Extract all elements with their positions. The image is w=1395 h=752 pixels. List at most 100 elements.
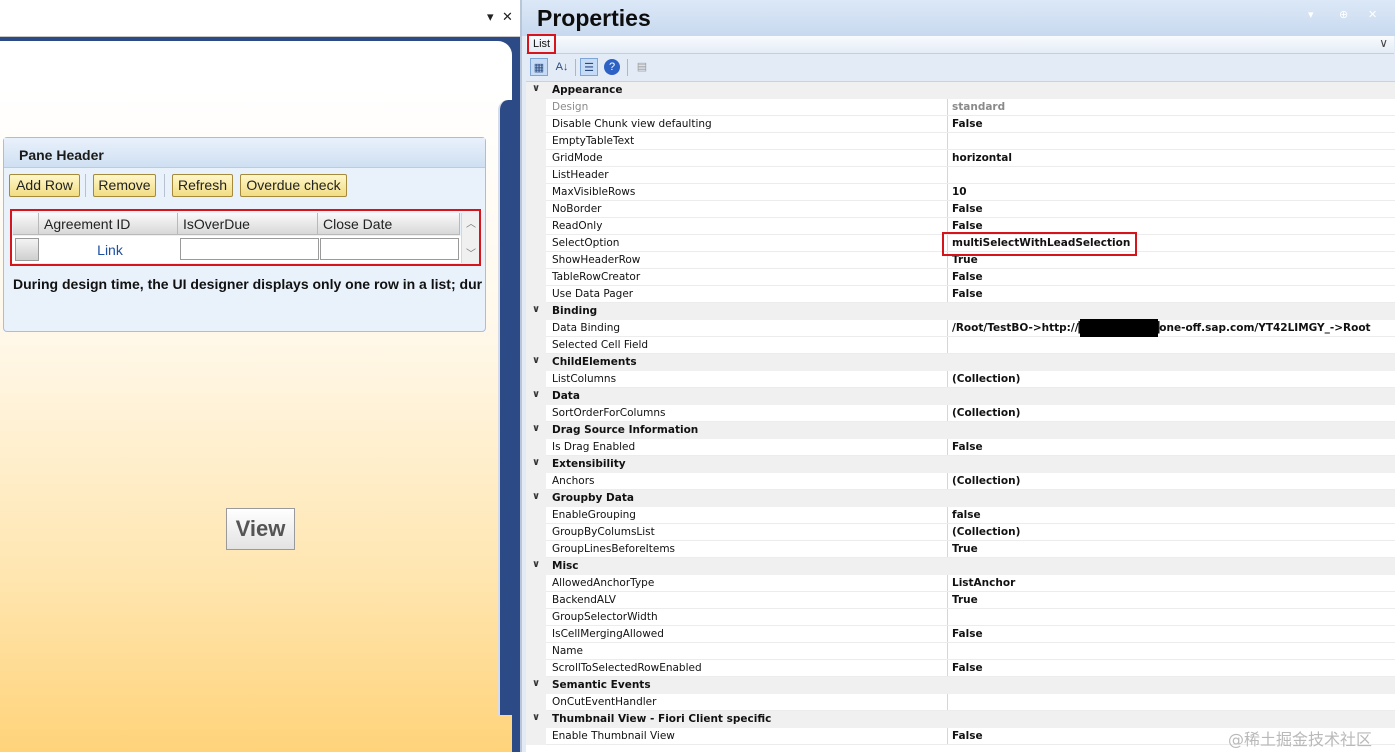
column-divider[interactable] — [947, 541, 948, 558]
categorized-icon[interactable]: ▦ — [530, 58, 548, 76]
property-value[interactable]: False — [952, 118, 983, 130]
property-value[interactable]: False — [952, 662, 983, 674]
category-data[interactable]: ∨ Data — [526, 388, 1395, 405]
collapse-chevron-icon[interactable]: ∨ — [532, 491, 546, 502]
category-binding[interactable]: ∨ Binding — [526, 303, 1395, 320]
column-divider[interactable] — [947, 286, 948, 303]
column-divider[interactable] — [947, 728, 948, 745]
property-row-disable-chunk-view-defaulting[interactable]: Disable Chunk view defaulting False — [526, 116, 1395, 133]
category-appearance[interactable]: ∨ Appearance — [526, 82, 1395, 99]
property-value[interactable]: True — [952, 594, 978, 606]
list-control[interactable]: Agreement ID IsOverDue Close Date Link ︿… — [10, 209, 481, 266]
property-value[interactable]: (Collection) — [952, 373, 1020, 385]
property-row-selected-cell-field[interactable]: Selected Cell Field — [526, 337, 1395, 354]
property-row-name[interactable]: Name — [526, 643, 1395, 660]
help-icon[interactable]: ? — [604, 59, 620, 75]
window-dropdown-icon[interactable]: ▾ — [487, 9, 494, 25]
alphabetical-icon[interactable]: A↓ — [553, 58, 571, 76]
property-row-maxvisiblerows[interactable]: MaxVisibleRows 10 — [526, 184, 1395, 201]
property-value[interactable]: (Collection) — [952, 526, 1020, 538]
chevron-down-icon[interactable]: ∨ — [1379, 36, 1388, 50]
property-row-scrolltoselectedrowenabled[interactable]: ScrollToSelectedRowEnabled False — [526, 660, 1395, 677]
property-row-iscellmergingallowed[interactable]: IsCellMergingAllowed False — [526, 626, 1395, 643]
properties-icon[interactable]: ☰ — [580, 58, 598, 76]
property-row-data-binding[interactable]: Data Binding/Root/TestBO->http://███████… — [526, 320, 1395, 337]
collapse-chevron-icon[interactable]: ∨ — [532, 355, 546, 366]
close-icon[interactable]: ✕ — [1368, 8, 1377, 21]
column-divider[interactable] — [947, 269, 948, 286]
collapse-chevron-icon[interactable]: ∨ — [532, 83, 546, 94]
overdue-check-button[interactable]: Overdue check — [240, 174, 347, 197]
property-value[interactable]: False — [952, 628, 983, 640]
property-value[interactable]: /Root/TestBO->http://██████████one-off.s… — [952, 322, 1371, 334]
collapse-chevron-icon[interactable]: ∨ — [532, 457, 546, 468]
close-date-input[interactable] — [320, 238, 459, 260]
column-divider[interactable] — [947, 405, 948, 422]
row-selector[interactable] — [15, 238, 39, 261]
category-groupby-data[interactable]: ∨ Groupby Data — [526, 490, 1395, 507]
property-row-sortorderforcolumns[interactable]: SortOrderForColumns (Collection) — [526, 405, 1395, 422]
collapse-chevron-icon[interactable]: ∨ — [532, 304, 546, 315]
column-divider[interactable] — [947, 320, 948, 337]
column-divider[interactable] — [947, 609, 948, 626]
collapse-chevron-icon[interactable]: ∨ — [532, 423, 546, 434]
column-divider[interactable] — [947, 660, 948, 677]
collapse-chevron-icon[interactable]: ∨ — [532, 712, 546, 723]
close-icon[interactable]: ✕ — [502, 9, 513, 25]
column-divider[interactable] — [947, 167, 948, 184]
property-row-backendalv[interactable]: BackendALV True — [526, 592, 1395, 609]
object-selector[interactable]: List ∨ — [526, 34, 1394, 54]
property-row-emptytabletext[interactable]: EmptyTableText — [526, 133, 1395, 150]
add-row-button[interactable]: Add Row — [9, 174, 80, 197]
column-divider[interactable] — [947, 99, 948, 116]
property-grid[interactable]: ∨ Appearance Design standard Disable Chunk v… — [526, 81, 1395, 752]
category-extensibility[interactable]: ∨ Extensibility — [526, 456, 1395, 473]
property-row-allowedanchortype[interactable]: AllowedAnchorType ListAnchor — [526, 575, 1395, 592]
property-value[interactable]: horizontal — [952, 152, 1012, 164]
property-value[interactable]: True — [952, 543, 978, 555]
property-value[interactable]: False — [952, 220, 983, 232]
property-value[interactable]: 10 — [952, 186, 967, 198]
column-divider[interactable] — [947, 507, 948, 524]
property-row-noborder[interactable]: NoBorder False — [526, 201, 1395, 218]
scroll-up-icon[interactable]: ︿ — [466, 215, 476, 230]
pin-icon[interactable]: ⊕ — [1339, 8, 1348, 21]
column-header-agreement-id[interactable]: Agreement ID — [39, 213, 178, 235]
column-header-isoverdue[interactable]: IsOverDue — [178, 213, 318, 235]
column-divider[interactable] — [947, 184, 948, 201]
column-divider[interactable] — [947, 626, 948, 643]
column-divider[interactable] — [947, 694, 948, 711]
property-value[interactable]: False — [952, 203, 983, 215]
refresh-button[interactable]: Refresh — [172, 174, 233, 197]
property-row-use-data-pager[interactable]: Use Data Pager False — [526, 286, 1395, 303]
property-value[interactable]: ListAnchor — [952, 577, 1015, 589]
column-divider[interactable] — [947, 133, 948, 150]
category-misc[interactable]: ∨ Misc — [526, 558, 1395, 575]
pane-container[interactable]: Pane Header Add Row Remove Refresh Overd… — [3, 137, 486, 332]
table-row[interactable]: Link — [12, 236, 461, 263]
list-scrollbar[interactable]: ︿ ﹀ — [461, 213, 479, 263]
property-pages-icon[interactable]: ▤ — [633, 58, 651, 76]
column-divider[interactable] — [947, 473, 948, 490]
column-divider[interactable] — [947, 371, 948, 388]
property-row-tablerowcreator[interactable]: TableRowCreator False — [526, 269, 1395, 286]
property-value[interactable]: (Collection) — [952, 475, 1020, 487]
property-row-gridmode[interactable]: GridMode horizontal — [526, 150, 1395, 167]
column-divider[interactable] — [947, 592, 948, 609]
column-header-close-date[interactable]: Close Date — [318, 213, 460, 235]
collapse-chevron-icon[interactable]: ∨ — [532, 559, 546, 570]
property-row-design[interactable]: Design standard — [526, 99, 1395, 116]
column-divider[interactable] — [947, 524, 948, 541]
category-childelements[interactable]: ∨ ChildElements — [526, 354, 1395, 371]
agreement-id-link[interactable]: Link — [40, 242, 180, 258]
property-value[interactable]: false — [952, 509, 981, 521]
column-divider[interactable] — [947, 643, 948, 660]
scroll-down-icon[interactable]: ﹀ — [466, 245, 476, 260]
property-row-groupselectorwidth[interactable]: GroupSelectorWidth — [526, 609, 1395, 626]
column-divider[interactable] — [947, 575, 948, 592]
property-row-anchors[interactable]: Anchors (Collection) — [526, 473, 1395, 490]
property-row-listcolumns[interactable]: ListColumns (Collection) — [526, 371, 1395, 388]
column-divider[interactable] — [947, 439, 948, 456]
collapse-chevron-icon[interactable]: ∨ — [532, 678, 546, 689]
property-value[interactable]: False — [952, 730, 983, 742]
